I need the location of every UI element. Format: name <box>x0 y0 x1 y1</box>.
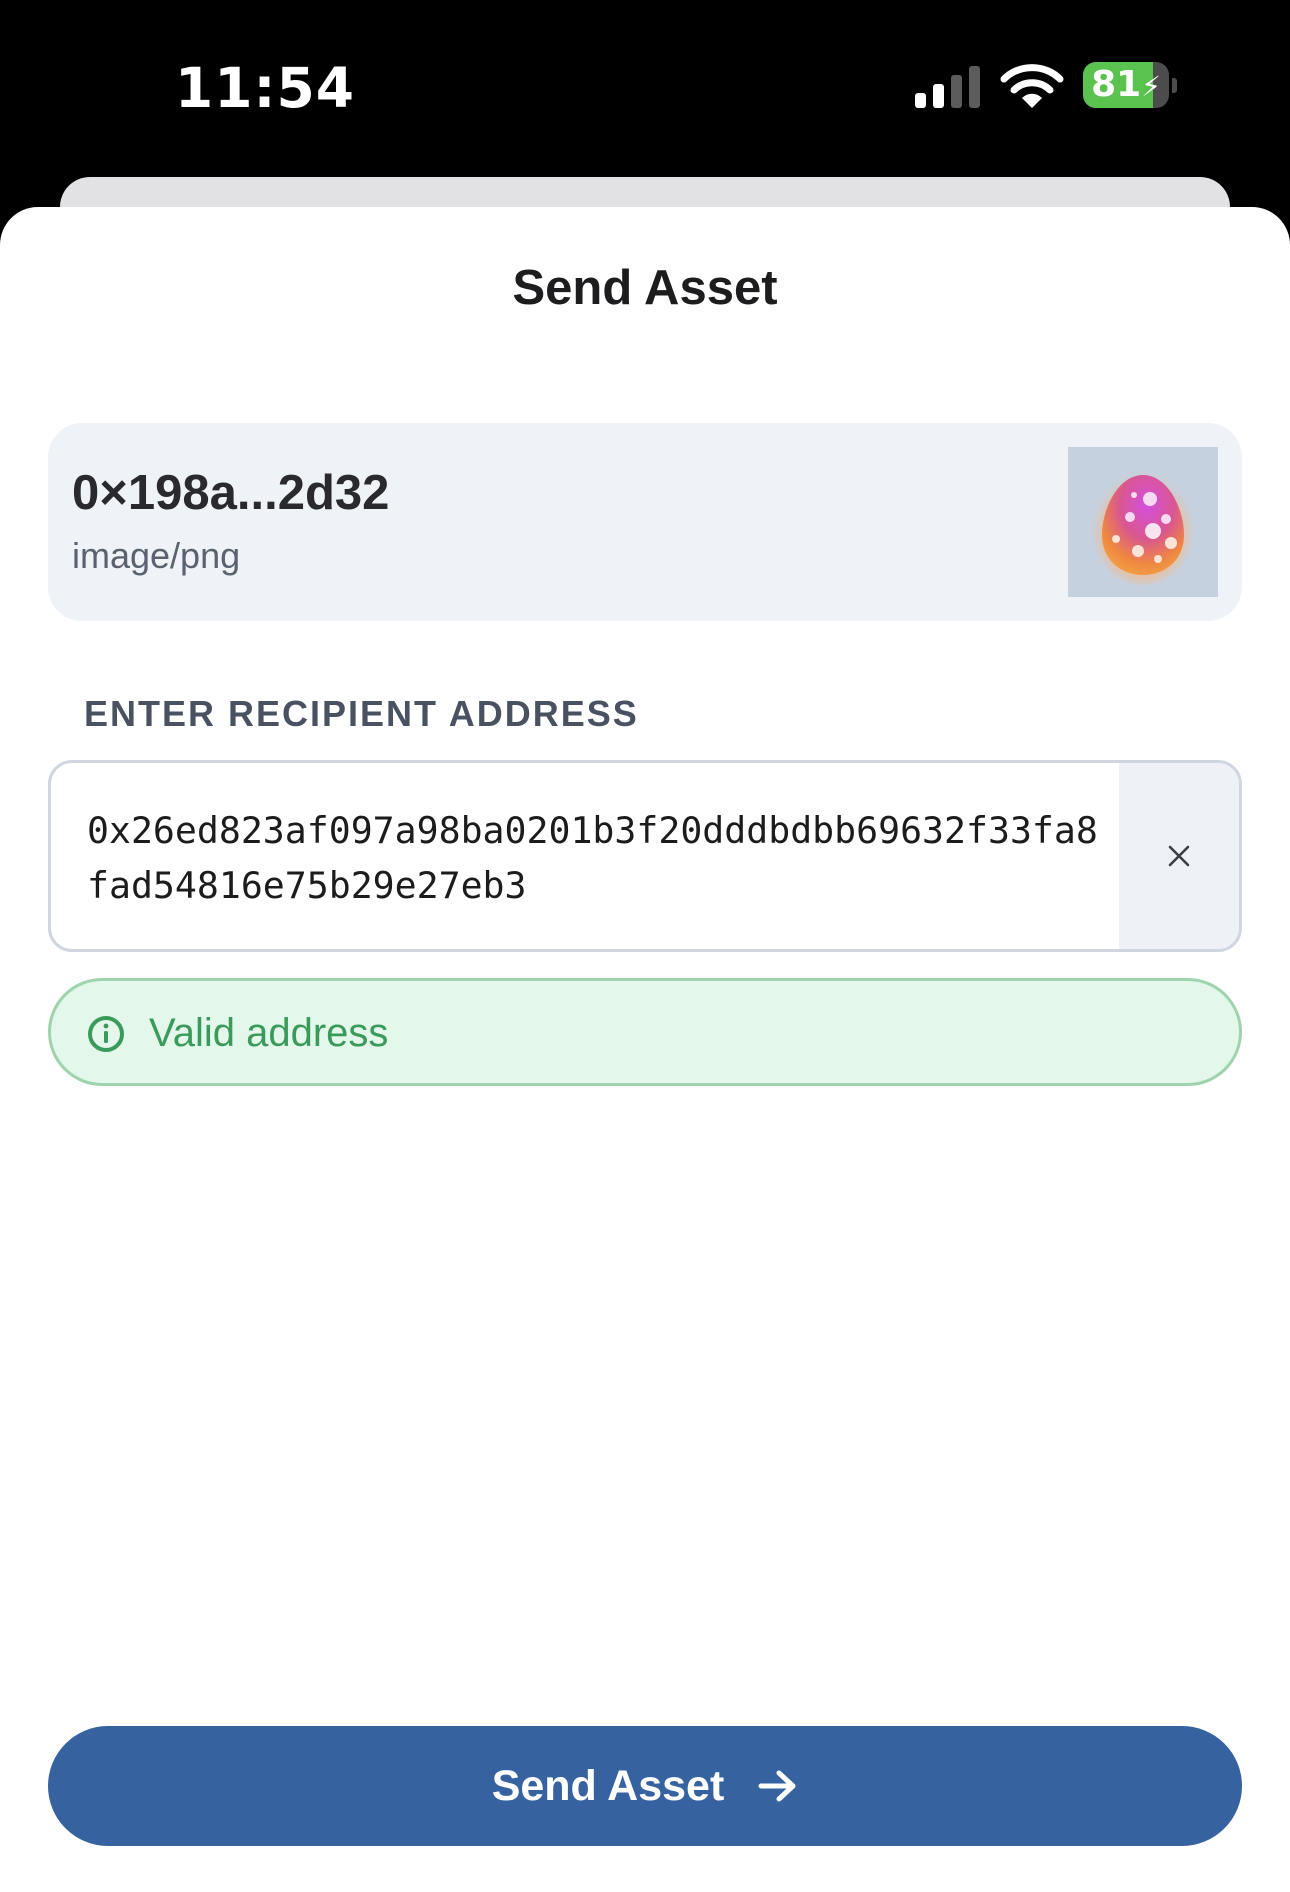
wifi-icon <box>1000 64 1064 108</box>
battery-icon: 81⚡ <box>1083 62 1169 108</box>
validation-message: Valid address <box>149 1011 389 1055</box>
recipient-address-value[interactable]: 0x26ed823af097a98ba0201b3f20dddbdbb69632… <box>87 803 1107 913</box>
send-asset-button[interactable]: Send Asset <box>48 1726 1242 1846</box>
status-bar: 11:54 81⚡ <box>0 0 1290 170</box>
asset-type: image/png <box>72 535 241 576</box>
charging-bolt-icon: ⚡ <box>1141 70 1161 103</box>
asset-card <box>48 423 1242 621</box>
signal-icon <box>915 66 981 108</box>
sheet-title: Send Asset <box>512 261 778 315</box>
send-asset-button-label: Send Asset <box>491 1761 725 1810</box>
close-icon <box>1168 845 1190 867</box>
battery-percent: 81⚡ <box>1091 64 1161 105</box>
clear-address-button[interactable] <box>1119 763 1239 949</box>
recipient-address-field[interactable]: 0x26ed823af097a98ba0201b3f20dddbdbb69632… <box>48 760 1242 952</box>
asset-thumbnail <box>1068 447 1218 597</box>
arrow-right-icon <box>758 1770 796 1802</box>
battery-nub <box>1172 78 1177 93</box>
recipient-address-label: ENTER RECIPIENT ADDRESS <box>84 693 639 734</box>
asset-id: 0×198a...2d32 <box>72 466 390 520</box>
spotted-egg-image <box>1091 469 1195 585</box>
info-icon <box>88 1016 124 1052</box>
status-time: 11:54 <box>175 56 356 120</box>
address-validation-banner: Valid address <box>48 978 1242 1086</box>
